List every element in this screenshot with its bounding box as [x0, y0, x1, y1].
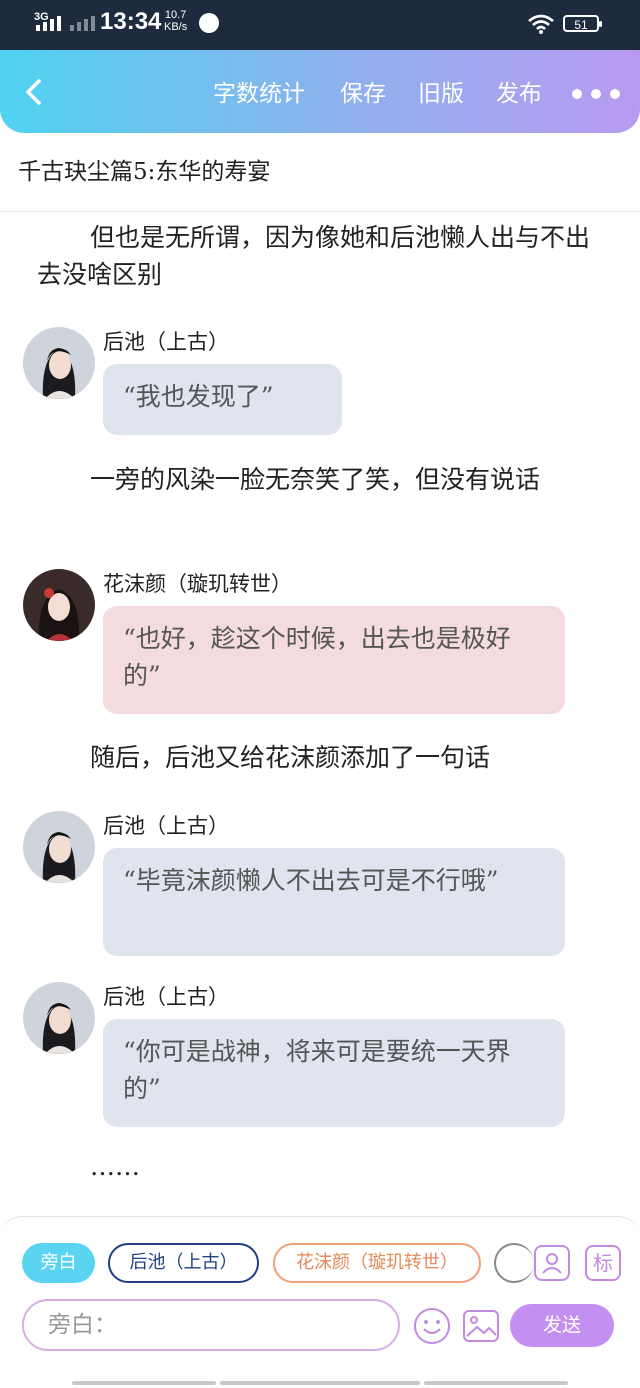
speech-bubble[interactable]: “你可是战神，将来可是要统一天界的” [103, 1019, 565, 1127]
speaker-name: 花沫颜（璇玑转世） [103, 572, 292, 596]
top-toolbar: 字数统计 保存 旧版 发布 [0, 50, 640, 133]
speaker-name: 后池（上古） [103, 814, 229, 838]
avatar-houchi[interactable] [23, 982, 95, 1054]
signal-2-icon [70, 16, 95, 31]
narration-text: 但也是无所谓，因为像她和后池懒人出与不出去没啥区别 [37, 223, 591, 289]
divider [0, 211, 640, 212]
speaker-name: 后池（上古） [103, 330, 229, 354]
avatar-houchi[interactable] [23, 811, 95, 883]
avatar-huamoyan[interactable] [23, 569, 95, 641]
emoji-icon[interactable] [413, 1307, 451, 1345]
net-speed-value: 10.7 [164, 9, 187, 21]
role-chip-partial[interactable] [494, 1243, 534, 1283]
speech-bubble[interactable]: “我也发现了” [103, 364, 342, 435]
home-indicator [220, 1381, 420, 1385]
app-notification-icon [199, 13, 219, 33]
story-title: 千古玦尘篇5:东华的寿宴 [18, 159, 271, 185]
composer-panel: 旁白 后池（上古） 花沫颜（璇玑转世） 标 旁白： 发送 [0, 1216, 640, 1388]
more-options-icon[interactable] [572, 89, 620, 99]
net-speed: 10.7 KB/s [164, 9, 187, 33]
wifi-icon [528, 14, 554, 34]
home-indicator [424, 1381, 568, 1385]
battery-indicator: 51 [563, 15, 602, 32]
status-bar: 3G 13:34 10.7 KB/s 51 [0, 0, 640, 50]
mark-icon[interactable]: 标 [585, 1245, 621, 1281]
save-button[interactable]: 保存 [340, 74, 386, 108]
role-chip-narration[interactable]: 旁白 [22, 1243, 95, 1283]
back-icon[interactable] [22, 78, 46, 106]
signal-icon [36, 16, 61, 31]
speaker-name: 后池（上古） [103, 985, 229, 1009]
send-button[interactable]: 发送 [510, 1304, 614, 1347]
role-chip-huamoyan[interactable]: 花沫颜（璇玑转世） [273, 1243, 481, 1283]
home-indicator [72, 1381, 216, 1385]
narration-text: 随后，后池又给花沫颜添加了一句话 [90, 743, 491, 772]
narration-text: …… [90, 1152, 140, 1181]
word-count-button[interactable]: 字数统计 [213, 74, 305, 108]
message-input[interactable]: 旁白： [22, 1299, 400, 1351]
speech-bubble[interactable]: “也好，趁这个时候，出去也是极好的” [103, 606, 565, 714]
speech-bubble[interactable]: “毕竟沫颜懒人不出去可是不行哦” [103, 848, 565, 956]
old-version-button[interactable]: 旧版 [418, 74, 464, 108]
avatar-houchi[interactable] [23, 327, 95, 399]
role-chip-houchi[interactable]: 后池（上古） [108, 1243, 259, 1283]
publish-button[interactable]: 发布 [496, 74, 542, 108]
net-speed-unit: KB/s [164, 21, 188, 33]
add-character-icon[interactable] [534, 1245, 570, 1281]
narration-text: 一旁的风染一脸无奈笑了笑，但没有说话 [90, 465, 541, 494]
image-icon[interactable] [462, 1307, 500, 1345]
clock: 13:34 [100, 8, 162, 35]
